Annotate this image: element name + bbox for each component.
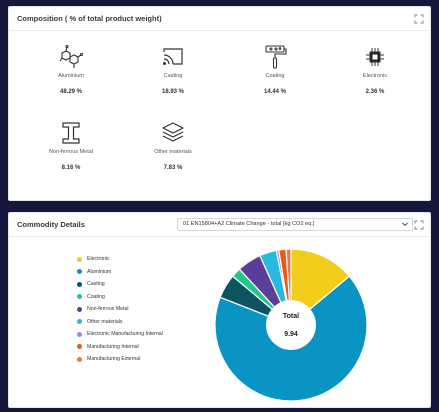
paint-roller-icon [265,45,287,69]
legend-dot [77,294,82,300]
commodity-panel: Commodity Details 01 EN15804+A2 Climate … [8,212,431,408]
composition-item-other-materials: Other materials 7.83 % [128,120,218,171]
legend-label: Other materials [87,318,123,325]
composition-value: 14.44 % [263,89,287,95]
composition-header: Composition ( % of total product weight) [9,7,430,31]
legend-item[interactable]: Aluminium [77,266,163,279]
legend-label: Manufacturing Internal [87,343,139,350]
expand-icon[interactable] [414,220,424,230]
composition-item-non-ferrous-metal: Non-ferrous Metal 8.16 % [26,120,116,171]
legend-dot [77,319,82,325]
donut-chart: Total 9.94 [214,248,368,402]
cast-icon [162,48,183,66]
chart-legend: Electronic Aluminium Casting Coating Non… [77,253,163,366]
composition-title: Composition ( % of total product weight) [17,14,162,23]
legend-item[interactable]: Non-ferrous Metal [77,303,163,316]
legend-dot [77,281,82,287]
legend-item[interactable]: Electronic [77,253,163,266]
legend-dot [77,331,82,337]
legend-item[interactable]: Electronic Manufacturing Internal [77,328,163,341]
composition-value: 8.16 % [61,165,81,171]
legend-dot [77,306,82,312]
legend-dot [77,344,82,350]
legend-label: Coating [87,293,105,300]
legend-label: Electronic Manufacturing Internal [87,331,163,338]
composition-value: 18.93 % [161,89,185,95]
legend-item[interactable]: Manufacturing Internal [77,341,163,354]
legend-item[interactable]: Manufacturing External [77,353,163,366]
composition-label: Other materials [154,149,192,155]
composition-panel: Composition ( % of total product weight)… [8,6,431,201]
center-value: 9.94 [284,331,298,338]
composition-item-coating: Coating 14.44 % [230,44,320,95]
composition-label: Coating [265,73,285,79]
chip-icon [366,48,384,66]
i-beam-icon [62,122,80,144]
composition-item-electronic: Electronic 2.36 % [330,44,420,95]
layers-icon [162,122,184,142]
select-value: 01 EN15804+A2 Climate Change - total [kg… [183,221,315,227]
expand-icon[interactable] [414,14,424,24]
legend-item[interactable]: Casting [77,278,163,291]
legend-label: Non-ferrous Metal [87,306,129,313]
composition-label: Aluminium [58,73,84,79]
legend-label: Casting [87,281,105,288]
legend-dot [77,256,82,262]
legend-label: Electronic [87,256,110,263]
molecule-icon [59,44,84,68]
commodity-title: Commodity Details [17,220,85,229]
legend-item[interactable]: Other materials [77,316,163,329]
legend-dot [77,269,82,275]
composition-label: Casting [163,73,183,79]
legend-dot [77,356,82,362]
composition-label: Non-ferrous Metal [48,149,94,155]
composition-value: 7.83 % [163,165,183,171]
donut-hole [266,300,316,350]
composition-item-aluminium: Aluminium 48.29 % [26,44,116,95]
composition-value: 48.29 % [59,89,83,95]
impact-category-select[interactable]: 01 EN15804+A2 Climate Change - total [kg… [177,218,413,231]
legend-label: Aluminium [87,268,112,275]
composition-value: 2.36 % [365,89,385,95]
legend-item[interactable]: Coating [77,291,163,304]
chevron-down-icon [402,222,408,227]
center-label: Total [283,313,299,320]
composition-label: Electronic [362,73,388,79]
composition-item-casting: Casting 18.93 % [128,44,218,95]
legend-label: Manufacturing External [87,356,141,363]
